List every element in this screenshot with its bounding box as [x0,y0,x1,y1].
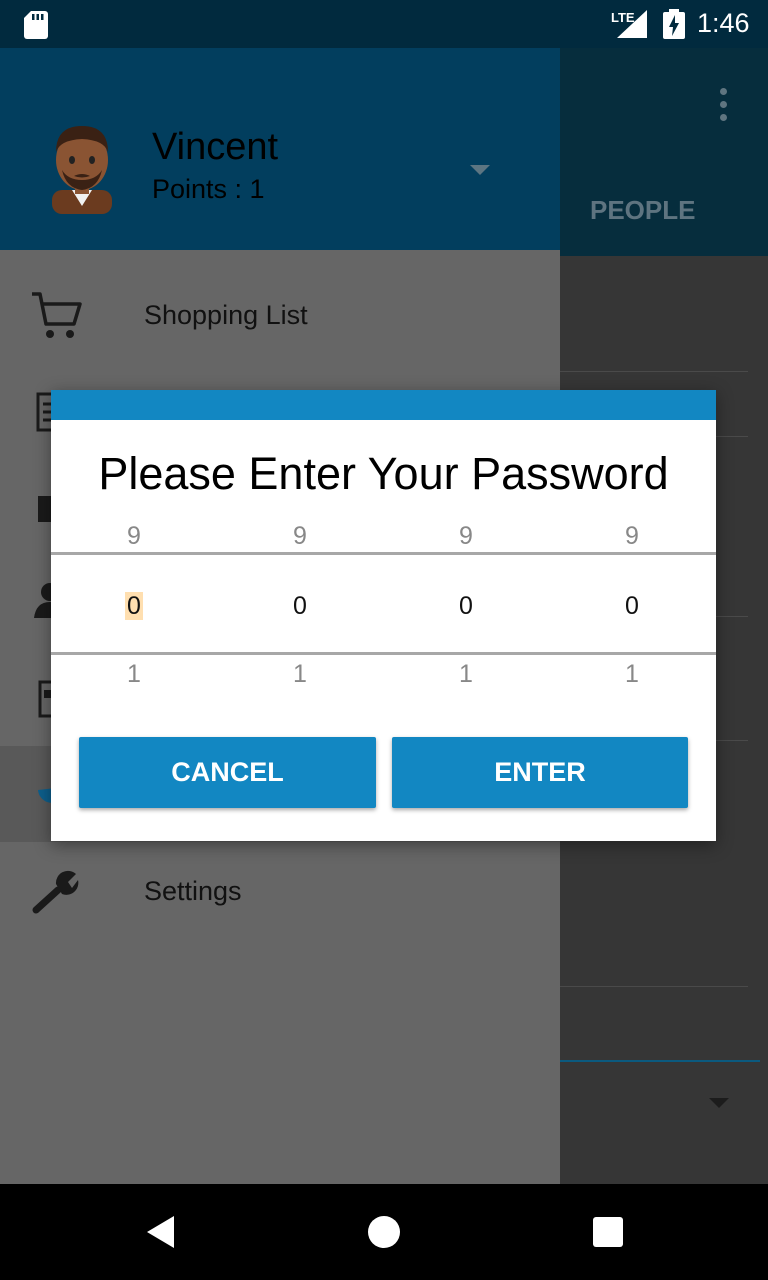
digit-prev[interactable]: 9 [446,522,486,551]
digit-current-value: 0 [125,592,143,620]
digit-next[interactable]: 1 [280,660,320,689]
dialog-header-bar [51,390,716,420]
overflow-dot [720,88,727,95]
account-dropdown-icon[interactable] [470,165,490,175]
cancel-button[interactable]: CANCEL [79,737,376,808]
status-bar: LTE 1:46 [0,0,768,48]
overflow-dot [720,101,727,108]
digit-picker-2[interactable]: 9 0 1 [280,520,320,688]
digit-prev[interactable]: 9 [114,522,154,551]
tab-people[interactable]: PEOPLE [590,195,695,226]
divider [560,986,748,987]
digit-current[interactable]: 0 [280,592,320,621]
drawer-item-label: Shopping List [144,300,308,330]
digit-current[interactable]: 0 [114,592,154,621]
digit-current[interactable]: 0 [446,592,486,621]
digit-picker-1[interactable]: 9 0 1 [114,520,154,688]
digit-next[interactable]: 1 [114,660,154,689]
home-icon[interactable] [368,1216,400,1248]
digit-picker-4[interactable]: 9 0 1 [612,520,652,688]
overflow-dot [720,114,727,121]
divider [560,371,748,372]
drawer-item-label: Settings [144,876,242,906]
digit-next[interactable]: 1 [446,660,486,689]
drawer-item-settings[interactable]: Settings [0,844,560,940]
shopping-cart-icon [32,292,82,338]
digit-next[interactable]: 1 [612,660,652,689]
digit-picker-3[interactable]: 9 0 1 [446,520,486,688]
password-dialog: Please Enter Your Password 9 0 1 9 0 1 9… [51,390,716,841]
clock: 1:46 [697,8,750,38]
user-points: Points : 1 [152,174,265,204]
wrench-icon [32,870,79,914]
enter-button[interactable]: ENTER [392,737,688,808]
input-underline [560,1060,760,1062]
digit-prev[interactable]: 9 [280,522,320,551]
dropdown-arrow-icon[interactable] [709,1098,729,1108]
back-icon[interactable] [146,1215,176,1249]
recent-apps-icon[interactable] [593,1217,623,1247]
digit-prev[interactable]: 9 [612,522,652,551]
sd-card-icon [24,11,48,39]
avatar [52,126,112,214]
user-name: Vincent [152,126,279,168]
signal-icon [617,10,647,38]
drawer-item-shopping-list[interactable]: Shopping List [0,268,560,364]
dialog-title: Please Enter Your Password [98,448,669,499]
battery-charging-icon [663,9,685,39]
digit-current[interactable]: 0 [612,592,652,621]
